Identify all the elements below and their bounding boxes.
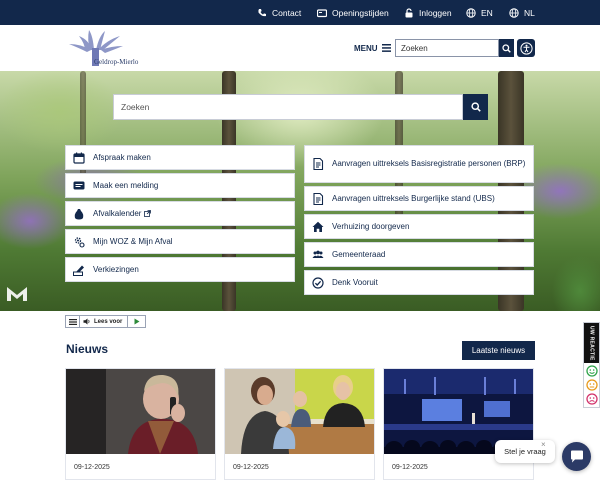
globe-icon (509, 7, 519, 18)
watermark-logo-icon (7, 287, 27, 301)
search-icon (502, 43, 511, 53)
news-card[interactable]: 09-12-2025 (224, 368, 375, 480)
news-card[interactable]: 09-12-2025 (383, 368, 534, 480)
header-search-button[interactable] (499, 39, 514, 57)
read-aloud-button[interactable]: Lees voor (80, 318, 127, 325)
read-aloud-bar: Lees voor (65, 315, 146, 328)
chat-close-icon[interactable]: × (541, 440, 546, 449)
external-link-icon (144, 210, 152, 217)
news-date: 09-12-2025 (392, 464, 428, 471)
opening-hours-link[interactable]: Openingstijden (317, 0, 389, 25)
tile-aanvragen-ubs[interactable]: Aanvragen uittreksels Burgerlijke stand … (304, 186, 534, 211)
ballot-icon (73, 265, 84, 276)
hero-search-button[interactable] (463, 94, 488, 120)
check-circle-icon (312, 276, 324, 289)
tile-mijn-woz-mijn-afval[interactable]: Mijn WOZ & Mijn Afval (65, 229, 295, 254)
tile-afvalkalender[interactable]: Afvalkalender (65, 201, 295, 226)
chat-bubble-icon (570, 450, 583, 463)
language-en-link[interactable]: EN (466, 0, 493, 25)
tile-aanvragen-brp[interactable]: Aanvragen uittreksels Basisregistratie p… (304, 145, 534, 183)
top-utility-bar: Contact Openingstijden Inloggen EN NL (0, 0, 600, 25)
speaker-icon (83, 318, 90, 325)
group-icon (312, 250, 324, 258)
tile-label: Afspraak maken (93, 152, 151, 162)
hamburger-icon (68, 318, 77, 325)
search-icon (470, 102, 481, 112)
feedback-label: UW REACTIE (584, 323, 599, 363)
latest-news-button[interactable]: Laatste nieuws (462, 341, 535, 360)
chat-button[interactable] (562, 442, 591, 471)
tile-label: Maak een melding (93, 180, 159, 190)
neutral-face-icon[interactable] (586, 379, 598, 391)
login-link[interactable]: Inloggen (404, 0, 452, 25)
tile-denk-vooruit[interactable]: Denk Vooruit (304, 270, 534, 295)
tile-label: Mijn WOZ & Mijn Afval (93, 236, 173, 246)
card-icon (317, 8, 327, 17)
chat-prompt-bubble[interactable]: Stel je vraag (495, 440, 555, 463)
login-label: Inloggen (419, 7, 452, 18)
opening-hours-label: Openingstijden (332, 7, 389, 18)
tile-label: Denk Vooruit (332, 277, 378, 287)
message-icon (73, 181, 85, 189)
news-date: 09-12-2025 (74, 464, 110, 471)
tile-label: Gemeenteraad (332, 249, 386, 259)
happy-face-icon[interactable] (586, 365, 598, 377)
tile-verhuizing-doorgeven[interactable]: Verhuizing doorgeven (304, 214, 534, 239)
read-aloud-label: Lees voor (94, 318, 123, 325)
hero-search-input[interactable]: Zoeken (113, 94, 463, 120)
lock-icon (405, 7, 413, 17)
bag-icon (74, 208, 84, 219)
tile-label: Aanvragen uittreksels Basisregistratie p… (332, 159, 526, 168)
settings-user-icon (74, 236, 85, 248)
play-icon (134, 318, 139, 325)
tile-afspraak-maken[interactable]: Afspraak maken (65, 145, 295, 170)
header-search-input[interactable]: Zoeken (395, 39, 499, 57)
tile-maak-een-melding[interactable]: Maak een melding (65, 173, 295, 198)
language-en-label: EN (481, 7, 493, 18)
tile-verkiezingen[interactable]: Verkiezingen (65, 257, 295, 282)
menu-label: MENU (354, 43, 378, 53)
globe-icon (466, 7, 476, 18)
document-icon (313, 158, 324, 170)
tile-gemeenteraad[interactable]: Gemeenteraad (304, 242, 534, 267)
sad-face-icon[interactable] (586, 393, 598, 405)
news-photo-family-at-table (225, 369, 374, 454)
home-icon (312, 221, 324, 232)
read-aloud-play-button[interactable] (127, 316, 145, 327)
contact-link[interactable]: Contact (257, 0, 301, 25)
language-nl-link[interactable]: NL (509, 0, 535, 25)
logo-text: Geldrop-Mierlo (94, 58, 139, 66)
hamburger-icon (381, 44, 391, 52)
news-heading: Nieuws (66, 342, 109, 356)
accessibility-button[interactable] (517, 39, 535, 57)
document-icon (313, 192, 324, 205)
calendar-icon (73, 152, 85, 164)
contact-label: Contact (272, 7, 302, 18)
tile-label: Afvalkalender (93, 208, 142, 218)
read-aloud-menu-button[interactable] (66, 316, 80, 327)
tile-label: Aanvragen uittreksels Burgerlijke stand … (332, 193, 495, 203)
phone-icon (258, 8, 266, 16)
language-nl-label: NL (524, 7, 535, 18)
news-card[interactable]: 09-12-2025 (65, 368, 216, 480)
news-date: 09-12-2025 (233, 464, 269, 471)
site-header: Geldrop-Mierlo MENU Zoeken (0, 25, 600, 71)
tile-label: Verhuizing doorgeven (332, 221, 410, 231)
accessibility-icon (519, 41, 533, 55)
tile-label: Verkiezingen (93, 264, 139, 274)
news-photo-woman-on-phone (66, 369, 215, 454)
feedback-tab[interactable]: UW REACTIE (583, 322, 600, 408)
menu-button[interactable]: MENU (354, 42, 391, 54)
